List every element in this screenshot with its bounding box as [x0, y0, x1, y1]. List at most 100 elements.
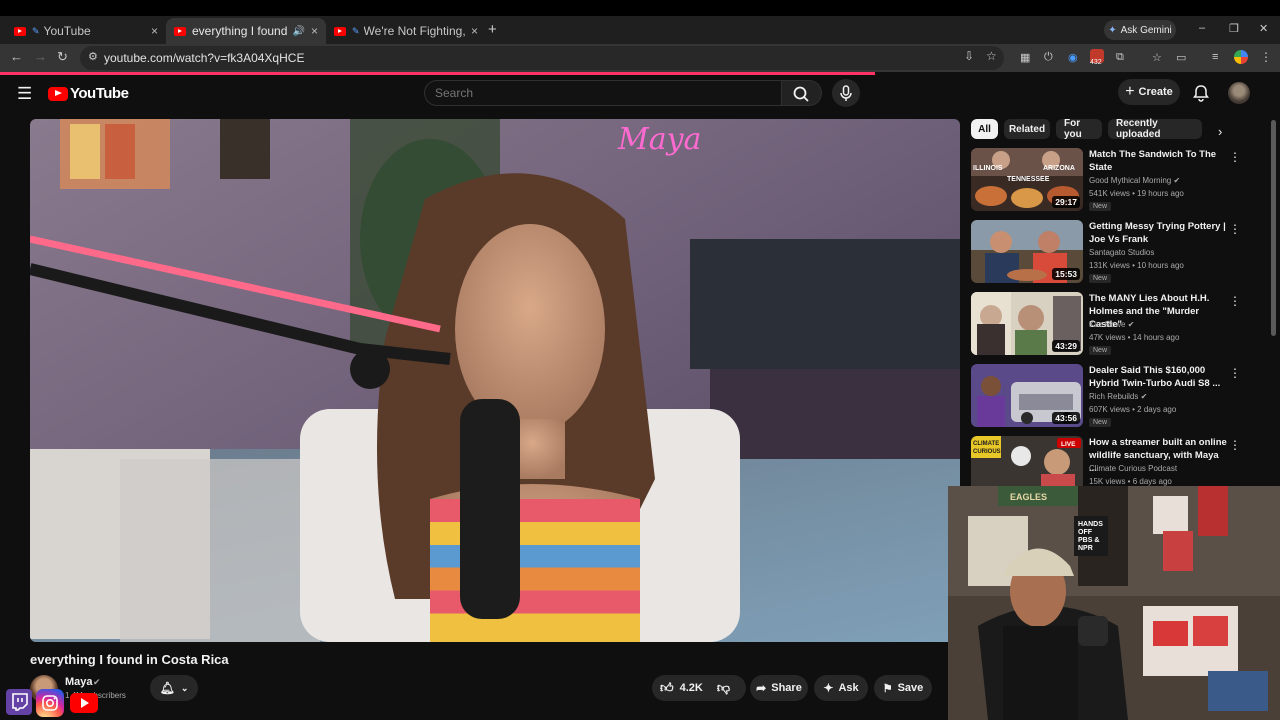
chip-recently-uploaded[interactable]: Recently uploaded [1108, 118, 1202, 140]
youtube-favicon-icon [334, 26, 346, 36]
video-meta: 607K views • 2 days ago [1089, 405, 1177, 414]
back-arrow-icon[interactable]: ← [10, 49, 23, 64]
thumbnail[interactable]: ILLINOIS ARIZONA TENNESSEE 29:17 [971, 148, 1083, 211]
reading-list-icon[interactable]: ≡ [1212, 51, 1218, 63]
extension-gift-icon[interactable]: ▦ [1020, 51, 1030, 64]
thumbnail[interactable]: 43:29 [971, 292, 1083, 355]
profile-avatar[interactable] [1234, 50, 1248, 64]
browser-menu-icon[interactable]: ⋮ [1260, 50, 1272, 64]
search-input[interactable] [424, 80, 782, 106]
search-button[interactable] [782, 80, 822, 106]
new-badge: New [1089, 202, 1112, 211]
close-tab-icon[interactable]: × [471, 24, 478, 38]
youtube-social-icon [70, 693, 98, 713]
channel-name[interactable]: Santagato Studios [1089, 248, 1154, 257]
svg-text:HANDS: HANDS [1078, 521, 1103, 528]
tab-youtube[interactable]: ✎ YouTube × [6, 18, 166, 44]
more-options-icon[interactable]: ⋮ [1229, 222, 1241, 236]
chip-all[interactable]: All [971, 119, 998, 139]
video-meta: 47K views • 14 hours ago [1089, 333, 1180, 342]
install-app-icon[interactable]: ⇩ [964, 49, 974, 63]
ublock-icon[interactable]: 432 [1090, 49, 1104, 66]
channel-name[interactable]: Climate Curious Podcast [1089, 464, 1177, 473]
like-count[interactable]: 4.2K [680, 682, 703, 694]
video-title[interactable]: Getting Messy Trying Pottery | Joe Vs Fr… [1089, 220, 1229, 246]
voice-search-button[interactable] [832, 79, 860, 107]
list-item[interactable]: CLIMATE CURIOUS LIVE How a streamer buil… [971, 436, 1241, 486]
chevron-right-icon[interactable]: › [1218, 124, 1222, 139]
tab-label: We're Not Fighting, We're Dating [363, 24, 465, 38]
webcam-frame: HANDS OFF PBS & NPR EAGLES [948, 486, 1280, 720]
ask-button[interactable]: ✦ Ask [814, 675, 868, 701]
svg-text:EAGLES: EAGLES [1010, 492, 1047, 502]
bookmark-icon: ⚑ [882, 682, 893, 695]
thumbnail[interactable]: 43:56 [971, 364, 1083, 427]
chip-related[interactable]: Related [1004, 119, 1050, 139]
account-avatar[interactable] [1228, 82, 1250, 104]
more-options-icon[interactable]: ⋮ [1229, 150, 1241, 164]
duration-badge: 43:56 [1052, 412, 1080, 424]
list-item[interactable]: 43:56 Dealer Said This $160,000 Hybrid T… [971, 364, 1241, 428]
video-title[interactable]: Dealer Said This $160,000 Hybrid Twin-Tu… [1089, 364, 1229, 390]
more-options-icon[interactable]: ⋮ [1229, 438, 1241, 452]
tab-label: everything I found in Costa Rica [192, 24, 289, 38]
list-item[interactable]: 15:53 Getting Messy Trying Pottery | Joe… [971, 220, 1241, 284]
close-tab-icon[interactable]: × [151, 24, 158, 38]
video-title[interactable]: Match The Sandwich To The State [1089, 148, 1229, 174]
close-window-button[interactable]: ✕ [1259, 22, 1268, 35]
svg-text:ARIZONA: ARIZONA [1043, 165, 1075, 172]
close-tab-icon[interactable]: × [311, 24, 318, 38]
search-bar [424, 80, 822, 106]
new-tab-button[interactable]: + [488, 21, 497, 38]
side-panel-icon[interactable]: ▭ [1176, 51, 1186, 64]
thumbnail-image: CLIMATE CURIOUS LIVE [971, 436, 1083, 486]
bookmark-star-icon[interactable]: ☆ [986, 49, 997, 63]
thumbnail[interactable]: 15:53 [971, 220, 1083, 283]
list-item[interactable]: 43:29 The MANY Lies About H.H. Holmes an… [971, 292, 1241, 356]
minimize-button[interactable]: – [1199, 22, 1205, 34]
thumbnail[interactable]: CLIMATE CURIOUS LIVE [971, 436, 1083, 486]
youtube-logo[interactable]: YouTube [48, 85, 129, 102]
thumbs-down-icon[interactable]: 👎︎ [717, 680, 730, 696]
notifications-bell-icon[interactable] [1191, 83, 1211, 103]
duration-badge: 15:53 [1052, 268, 1080, 280]
create-button[interactable]: + Create [1118, 79, 1180, 105]
bell-icon: 🔔︎ [159, 681, 175, 695]
more-options-icon[interactable]: ⋮ [1229, 294, 1241, 308]
svg-text:ILLINOIS: ILLINOIS [973, 165, 1003, 172]
svg-text:PBS &: PBS & [1078, 537, 1099, 544]
channel-name[interactable]: Rich Rebuilds ✔ [1089, 392, 1147, 401]
extensions-puzzle-icon[interactable]: ⧉ [1116, 51, 1124, 64]
reload-icon[interactable]: ↻ [57, 49, 68, 65]
tab-third-video[interactable]: ✎ We're Not Fighting, We're Dating × [326, 18, 486, 44]
ask-gemini-button[interactable]: ✦ Ask Gemini [1104, 20, 1176, 40]
scrollbar-thumb[interactable] [1271, 120, 1276, 336]
save-button[interactable]: ⚑ Save [874, 675, 932, 701]
youtube-header: ☰ YouTube + Create [0, 75, 1280, 119]
address-bar: ← → ↻ ⚙ youtube.com/watch?v=fk3A04XqHCE … [0, 44, 1280, 72]
share-button[interactable]: ➦ Share [750, 675, 808, 701]
hamburger-menu-icon[interactable]: ☰ [17, 84, 32, 104]
speaker-icon[interactable]: 🔊 [293, 26, 305, 37]
forward-arrow-icon[interactable]: → [34, 49, 47, 64]
restore-button[interactable]: ❐ [1229, 22, 1239, 35]
audio-extension-icon[interactable]: ◉ [1068, 51, 1078, 64]
thumbs-up-icon[interactable]: 👍︎ [660, 680, 674, 696]
channel-name[interactable]: Good Mythical Morning ✔ [1089, 176, 1180, 185]
svg-text:CLIMATE: CLIMATE [973, 441, 999, 447]
subscribed-bell-button[interactable]: 🔔︎ ⌄ [150, 675, 198, 701]
bookmarks-icon[interactable]: ☆ [1152, 51, 1162, 64]
video-title: everything I found in Costa Rica [30, 652, 229, 667]
power-icon[interactable]: ⏻ [1044, 51, 1053, 64]
site-info-icon[interactable]: ⚙ [88, 50, 98, 63]
youtube-play-icon [48, 86, 68, 101]
chip-for-you[interactable]: For you [1056, 118, 1102, 140]
video-player[interactable]: Maya [30, 119, 960, 642]
url-field[interactable]: ⚙ youtube.com/watch?v=fk3A04XqHCE ⇩ ☆ [80, 46, 1004, 70]
channel-name[interactable]: Kaz Rowe ✔ [1089, 320, 1134, 329]
tab-current-video[interactable]: everything I found in Costa Rica 🔊 × [166, 18, 326, 44]
url-text: youtube.com/watch?v=fk3A04XqHCE [104, 51, 305, 65]
channel-name[interactable]: Maya [65, 676, 93, 688]
list-item[interactable]: ILLINOIS ARIZONA TENNESSEE 29:17 Match T… [971, 148, 1241, 212]
more-options-icon[interactable]: ⋮ [1229, 366, 1241, 380]
